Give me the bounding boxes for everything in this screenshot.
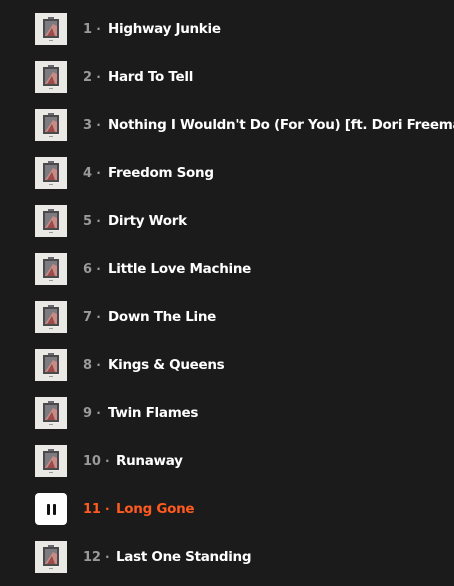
track-number: 4 [83, 165, 92, 181]
album-cover-icon [35, 301, 67, 333]
track-row[interactable]: 4 · Freedom Song [0, 149, 454, 197]
track-row[interactable]: 3 · Nothing I Wouldn't Do (For You) [ft.… [0, 101, 454, 149]
separator-dot: · [96, 165, 101, 180]
separator-dot: · [96, 309, 101, 324]
track-number: 7 [83, 309, 92, 325]
track-title[interactable]: Hard To Tell [108, 69, 193, 85]
separator-dot: · [96, 213, 101, 228]
track-number-wrap: 5 · [83, 214, 101, 229]
track-number: 1 [83, 21, 92, 37]
track-number-wrap: 11 · [83, 501, 110, 517]
track-row-playing[interactable]: 11 · Long Gone [0, 485, 454, 533]
separator-dot: · [105, 501, 110, 516]
pause-icon [46, 503, 56, 515]
track-title[interactable]: Dirty Work [108, 213, 187, 229]
separator-dot: · [96, 69, 101, 84]
track-row[interactable]: 12 · Last One Standing [0, 533, 454, 581]
track-row[interactable]: 10 · Runaway [0, 437, 454, 485]
track-number-wrap: 4 · [83, 166, 101, 181]
track-row[interactable]: 9 · Twin Flames [0, 389, 454, 437]
track-title[interactable]: Freedom Song [108, 165, 214, 181]
separator-dot: · [96, 261, 101, 276]
track-number-wrap: 3 · [83, 118, 101, 133]
track-title[interactable]: Last One Standing [116, 549, 252, 565]
album-cover-icon [35, 541, 67, 573]
track-number-wrap: 7 · [83, 310, 101, 325]
album-cover-icon [35, 157, 67, 189]
track-number-wrap: 12 · [83, 549, 110, 565]
track-title[interactable]: Little Love Machine [108, 261, 251, 277]
album-cover-icon [35, 349, 67, 381]
track-list: 1 · Highway Junkie 2 · Hard To Tell 3 · … [0, 0, 454, 586]
track-number-wrap: 6 · [83, 262, 101, 277]
track-number: 10 [83, 453, 101, 469]
track-title[interactable]: Runaway [116, 453, 183, 469]
track-row[interactable]: 7 · Down The Line [0, 293, 454, 341]
album-cover-icon [35, 109, 67, 141]
track-number: 8 [83, 357, 92, 373]
track-number: 6 [83, 261, 92, 277]
track-number-wrap: 1 · [83, 22, 101, 37]
track-row[interactable]: 1 · Highway Junkie [0, 5, 454, 53]
separator-dot: · [105, 549, 110, 564]
album-cover-icon [35, 253, 67, 285]
track-number: 9 [83, 405, 92, 421]
pause-button[interactable] [35, 493, 67, 525]
separator-dot: · [96, 405, 101, 420]
track-row[interactable]: 6 · Little Love Machine [0, 245, 454, 293]
track-number: 12 [83, 549, 101, 565]
track-title[interactable]: Twin Flames [108, 405, 198, 421]
track-title[interactable]: Down The Line [108, 309, 216, 325]
track-title[interactable]: Long Gone [116, 501, 195, 517]
track-title[interactable]: Nothing I Wouldn't Do (For You) [ft. Dor… [108, 117, 454, 133]
album-cover-icon [35, 445, 67, 477]
album-cover-icon [35, 205, 67, 237]
track-number: 5 [83, 213, 92, 229]
track-row[interactable]: 8 · Kings & Queens [0, 341, 454, 389]
track-row[interactable]: 2 · Hard To Tell [0, 53, 454, 101]
track-number-wrap: 2 · [83, 70, 101, 85]
track-number-wrap: 10 · [83, 453, 110, 469]
track-number-wrap: 9 · [83, 406, 101, 421]
track-title[interactable]: Highway Junkie [108, 21, 221, 37]
separator-dot: · [105, 453, 110, 468]
separator-dot: · [96, 357, 101, 372]
track-number: 2 [83, 69, 92, 85]
track-number: 3 [83, 117, 92, 133]
album-cover-icon [35, 61, 67, 93]
separator-dot: · [96, 21, 101, 36]
separator-dot: · [96, 117, 101, 132]
track-title[interactable]: Kings & Queens [108, 357, 225, 373]
track-number: 11 [83, 501, 101, 517]
track-row[interactable]: 5 · Dirty Work [0, 197, 454, 245]
album-cover-icon [35, 397, 67, 429]
track-number-wrap: 8 · [83, 358, 101, 373]
album-cover-icon [35, 13, 67, 45]
